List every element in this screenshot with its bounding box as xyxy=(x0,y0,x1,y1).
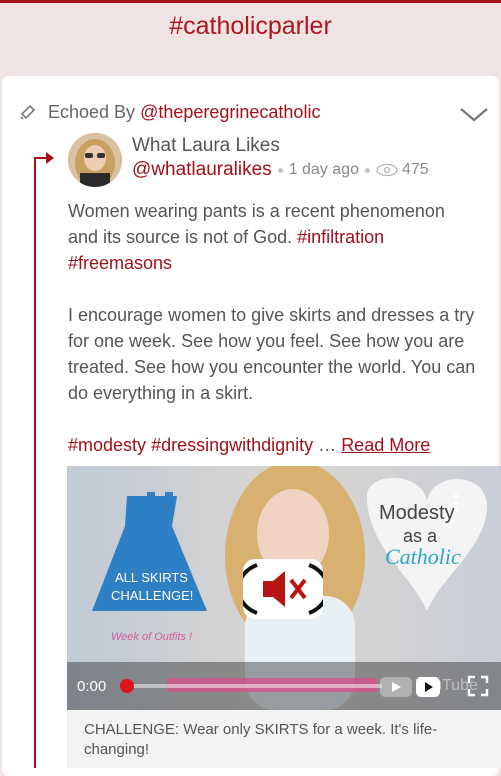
post-age: 1 day ago xyxy=(288,161,359,178)
video-time: 0:00 xyxy=(77,678,107,695)
video-caption[interactable]: CHALLENGE: Wear only SKIRTS for a week. … xyxy=(67,710,501,768)
post-paragraph-3: #modesty #dressingwithdignity … Read Mor… xyxy=(68,432,478,458)
echo-icon xyxy=(20,104,36,120)
eye-icon xyxy=(376,163,398,177)
separator-dot xyxy=(364,167,370,173)
dress-label-2: CHALLENGE! xyxy=(111,588,194,603)
avatar-image xyxy=(68,133,122,187)
thread-arrow-icon xyxy=(46,152,54,164)
echo-handle-link[interactable]: @theperegrinecatholic xyxy=(140,102,320,123)
echo-row: Echoed By @theperegrinecatholic xyxy=(18,100,320,124)
post-paragraph-2: I encourage women to give skirts and dre… xyxy=(68,305,476,403)
page-title: #catholicparler xyxy=(169,12,332,40)
heart-text-1: Modesty xyxy=(379,502,455,524)
week-label: Week of Outfits ! xyxy=(111,631,193,643)
fullscreen-icon[interactable] xyxy=(467,675,489,697)
play-icon[interactable] xyxy=(415,675,441,699)
dress-label-1: ALL SKIRTS xyxy=(115,570,188,585)
post-body: Women wearing pants is a recent phenomen… xyxy=(68,198,478,458)
hashtag-link[interactable]: #dressingwithdignity xyxy=(151,435,313,455)
post-paragraph-1: Women wearing pants is a recent phenomen… xyxy=(68,198,478,276)
separator-dot xyxy=(277,167,283,173)
author-handle-link[interactable]: @whatlauralikes xyxy=(132,159,272,181)
post-text: Women wearing pants is a recent phenomen… xyxy=(68,201,445,247)
heart-text-3: Catholic xyxy=(385,544,461,569)
more-options-icon[interactable] xyxy=(451,492,461,514)
video-embed[interactable]: ALL SKIRTS CHALLENGE! Week of Outfits ! … xyxy=(67,466,501,710)
muted-speaker-icon xyxy=(236,563,330,615)
view-count: 475 xyxy=(401,161,429,178)
unmute-button[interactable] xyxy=(236,559,330,619)
avatar[interactable] xyxy=(68,133,122,187)
echo-prefix: Echoed By xyxy=(48,101,136,122)
post-meta: @whatlauralikes 1 day ago 475 xyxy=(132,159,429,181)
youtube-logo-icon[interactable] xyxy=(379,675,413,699)
chevron-down-icon[interactable] xyxy=(458,104,490,124)
ellipsis: … xyxy=(313,435,337,455)
thread-line xyxy=(34,157,36,768)
top-accent-line xyxy=(0,0,501,3)
hashtag-link[interactable]: #modesty xyxy=(68,435,146,455)
hashtag-link[interactable]: #infiltration xyxy=(297,227,384,247)
video-scrubber[interactable] xyxy=(120,679,134,693)
read-more-link[interactable]: Read More xyxy=(341,435,430,455)
video-progress-bar[interactable] xyxy=(122,684,382,688)
author-name[interactable]: What Laura Likes xyxy=(132,135,280,157)
hashtag-link[interactable]: #freemasons xyxy=(68,253,172,273)
